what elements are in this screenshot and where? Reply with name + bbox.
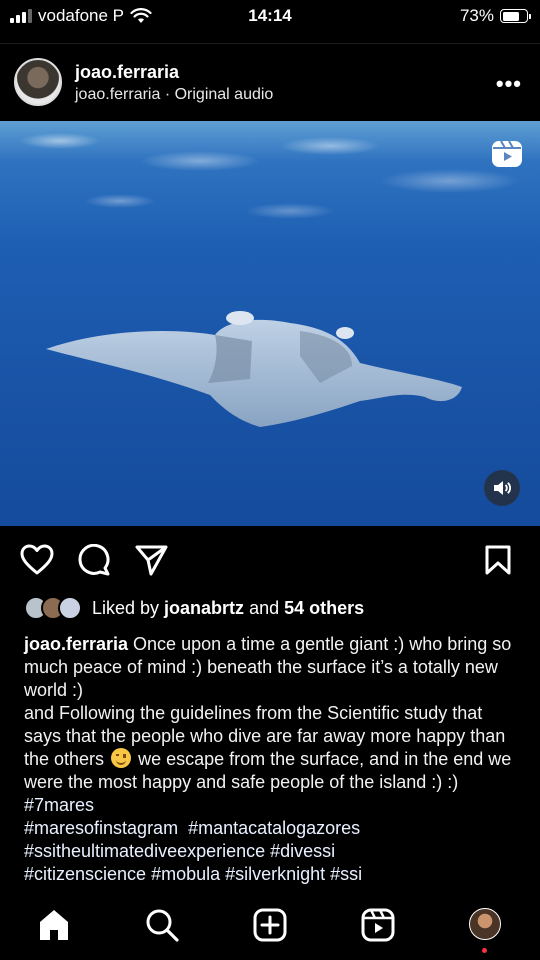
likes-prefix: Liked by xyxy=(92,597,165,618)
bookmark-icon[interactable] xyxy=(484,544,512,576)
caption-paragraph-2: and Following the guidelines from the Sc… xyxy=(24,702,524,886)
heart-icon[interactable] xyxy=(20,544,54,576)
post-header: joao.ferraria joao.ferraria · Original a… xyxy=(0,55,540,115)
liker-username[interactable]: joanabrtz xyxy=(164,598,244,619)
caption-paragraph-1: joao.ferraria Once upon a time a gentle … xyxy=(24,633,524,702)
speaker-icon[interactable] xyxy=(484,470,520,506)
status-bar: vodafone P 14:14 73% xyxy=(0,0,540,32)
create-icon[interactable] xyxy=(253,908,287,942)
smiling-face-emoji xyxy=(111,748,132,768)
author-username[interactable]: joao.ferraria xyxy=(75,62,179,83)
hashtag-7mares[interactable]: #7mares xyxy=(24,795,94,815)
author-avatar[interactable] xyxy=(14,58,62,106)
reels-icon[interactable] xyxy=(361,908,395,942)
profile-avatar[interactable] xyxy=(469,908,501,940)
audio-subtitle[interactable]: joao.ferraria · Original audio xyxy=(75,86,273,104)
liker-avatars xyxy=(24,596,82,620)
bottom-nav xyxy=(0,890,540,960)
battery-level xyxy=(502,11,520,21)
home-icon[interactable] xyxy=(37,908,71,942)
top-divider xyxy=(0,43,540,44)
likes-row[interactable]: Liked by joanabrtz and 54 others xyxy=(24,596,364,620)
manta-ray-image xyxy=(46,311,462,427)
status-right: 73% xyxy=(459,6,531,26)
share-icon[interactable] xyxy=(134,544,168,576)
liker-avatar xyxy=(58,596,82,620)
battery-percent: 73% xyxy=(459,6,494,25)
likes-middle: and xyxy=(244,597,285,618)
action-bar xyxy=(0,540,540,580)
likes-count[interactable]: 54 others xyxy=(284,598,364,619)
hashtags-line-4[interactable]: #citizenscience #mobula #silverknight #s… xyxy=(24,864,362,884)
battery-icon xyxy=(500,9,531,23)
caption-username[interactable]: joao.ferraria xyxy=(24,634,128,654)
profile-tab[interactable] xyxy=(469,908,501,953)
post-caption: joao.ferraria Once upon a time a gentle … xyxy=(24,633,524,886)
post-video[interactable] xyxy=(0,121,540,526)
more-horizontal-icon[interactable]: ••• xyxy=(496,71,522,97)
hashtags-line-3[interactable]: #ssitheultimatediveexperience #divessi xyxy=(24,841,335,861)
hashtags-line-2[interactable]: #maresofinstagram #mantacatalogazores xyxy=(24,818,360,838)
notification-dot xyxy=(482,948,487,953)
search-icon[interactable] xyxy=(145,908,179,942)
reels-icon xyxy=(490,137,524,176)
comment-icon[interactable] xyxy=(78,544,112,576)
